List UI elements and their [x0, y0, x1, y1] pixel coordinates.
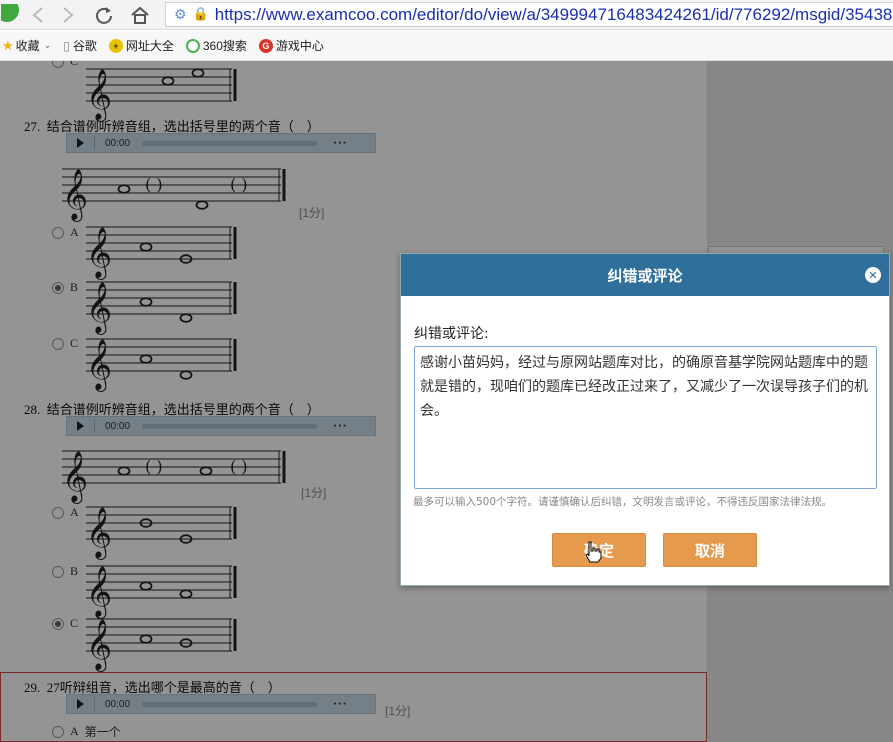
url-text: https://www.examcoo.com/editor/do/view/a…	[214, 4, 893, 24]
bookmark-sites[interactable]: + 网址大全	[108, 37, 174, 54]
cancel-button[interactable]: 取消	[663, 533, 757, 567]
home-icon[interactable]	[128, 3, 152, 27]
comment-textarea[interactable]	[414, 346, 877, 489]
settings-icon: ⚙	[174, 6, 187, 23]
bookmark-games[interactable]: G 游戏中心	[258, 37, 324, 54]
bookmark-360[interactable]: 360搜索	[185, 37, 247, 54]
address-bar[interactable]: ⚙ 🔒 https://www.examcoo.com/editor/do/vi…	[165, 2, 893, 27]
forward-icon[interactable]	[56, 3, 80, 27]
hand-cursor-icon	[585, 541, 602, 563]
char-limit-hint: 最多可以输入500个字符。请谨慎确认后纠错，文明发言或评论，不得违反国家法律法规…	[413, 496, 833, 508]
close-icon[interactable]: ✕	[865, 267, 881, 283]
lock-icon: 🔒	[192, 7, 209, 22]
refresh-icon[interactable]	[92, 3, 116, 27]
bookmarks-bar: ★ 收藏 ⌄ ▯ 谷歌 + 网址大全 360搜索 G 游戏中心	[0, 31, 893, 61]
chevron-down-icon: ⌄	[43, 40, 52, 50]
bookmark-favorites[interactable]: ★ 收藏 ⌄	[2, 37, 51, 54]
sites-icon: +	[108, 38, 123, 53]
bookmark-google[interactable]: ▯ 谷歌	[63, 37, 97, 54]
page-icon: ▯	[63, 38, 70, 53]
browser-toolbar: ⚙ 🔒 https://www.examcoo.com/editor/do/vi…	[0, 0, 893, 30]
comment-label: 纠错或评论:	[414, 326, 489, 342]
correction-dialog: 纠错或评论 ✕ 纠错或评论: 最多可以输入500个字符。请谨慎确认后纠错，文明发…	[400, 253, 890, 586]
star-icon: ★	[2, 37, 14, 53]
dialog-title: 纠错或评论	[607, 266, 683, 285]
games-icon: G	[258, 38, 273, 53]
browser-logo-icon	[0, 3, 24, 27]
search360-icon	[185, 38, 200, 53]
dialog-header: 纠错或评论 ✕	[401, 254, 889, 296]
back-icon[interactable]	[26, 3, 50, 27]
